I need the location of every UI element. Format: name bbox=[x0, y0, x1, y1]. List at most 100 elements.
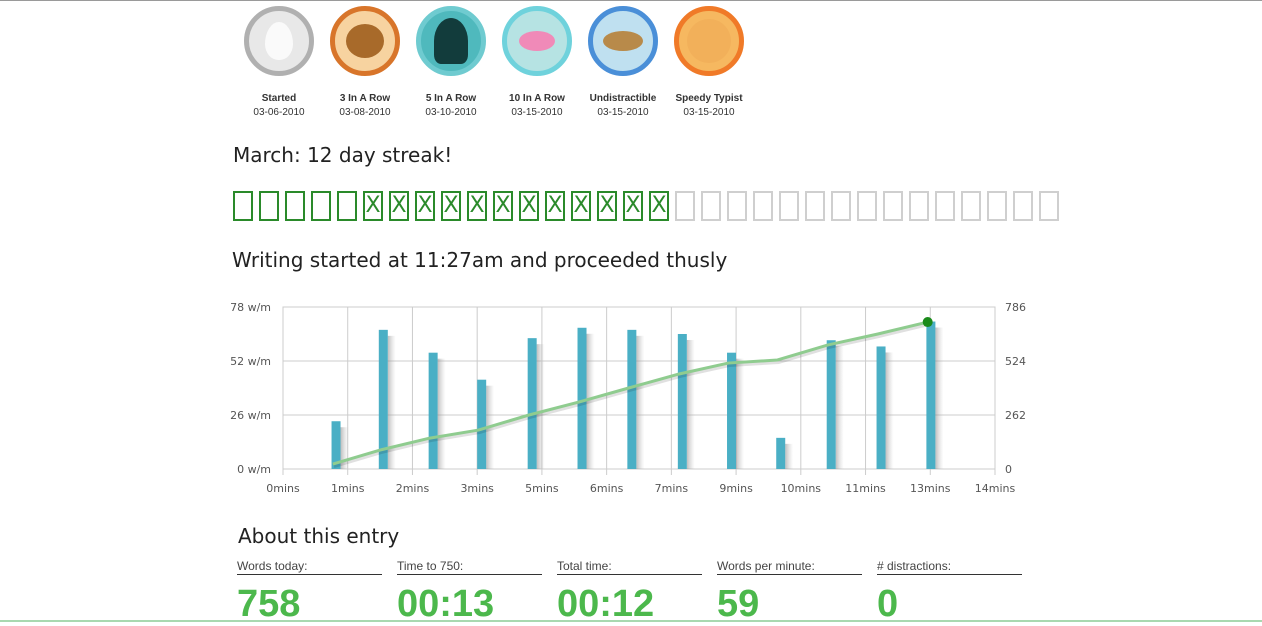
streak-day bbox=[675, 191, 695, 221]
x-tick-label: 10mins bbox=[781, 482, 822, 495]
streak-day bbox=[259, 191, 279, 221]
streak-day: X bbox=[441, 191, 461, 221]
top-divider bbox=[0, 0, 1262, 1]
badge[interactable]: 5 In A Row03-10-2010 bbox=[408, 6, 494, 120]
badge-date: 03-10-2010 bbox=[408, 106, 494, 120]
badge-name: Undistractible bbox=[580, 92, 666, 106]
y-right-tick-label: 524 bbox=[1005, 355, 1026, 368]
badge-date: 03-15-2010 bbox=[580, 106, 666, 120]
bar-shadow bbox=[886, 352, 894, 469]
streak-day: X bbox=[493, 191, 513, 221]
stat: # distractions:0 bbox=[877, 559, 1022, 626]
badge-name: Started bbox=[236, 92, 322, 106]
flamingo-icon bbox=[502, 6, 572, 76]
streak-calendar: XXXXXXXXXXXX bbox=[233, 191, 1065, 221]
bar-shadow bbox=[636, 336, 644, 469]
wpm-bar bbox=[627, 330, 636, 469]
x-tick-label: 13mins bbox=[910, 482, 951, 495]
streak-day: X bbox=[519, 191, 539, 221]
wpm-bar bbox=[477, 380, 486, 469]
badge-name: 3 In A Row bbox=[322, 92, 408, 106]
streak-day bbox=[831, 191, 851, 221]
stats-row: Words today:758Time to 750:00:13Total ti… bbox=[237, 559, 1037, 626]
badge-date: 03-06-2010 bbox=[236, 106, 322, 120]
x-tick-label: 2mins bbox=[396, 482, 430, 495]
x-tick-label: 7mins bbox=[655, 482, 689, 495]
streak-day bbox=[987, 191, 1007, 221]
bar-shadow bbox=[537, 344, 545, 469]
badge[interactable]: Started03-06-2010 bbox=[236, 6, 322, 120]
streak-day: X bbox=[363, 191, 383, 221]
x-tick-label: 5mins bbox=[525, 482, 559, 495]
streak-day bbox=[961, 191, 981, 221]
x-tick-label: 1mins bbox=[331, 482, 365, 495]
stat-label: Words today: bbox=[237, 559, 382, 575]
y-left-tick-label: 0 w/m bbox=[237, 463, 271, 476]
bar-shadow bbox=[687, 340, 695, 469]
egg-icon bbox=[244, 6, 314, 76]
streak-day: X bbox=[623, 191, 643, 221]
badge-date: 03-15-2010 bbox=[494, 106, 580, 120]
y-right-tick-label: 262 bbox=[1005, 409, 1026, 422]
badge-date: 03-08-2010 bbox=[322, 106, 408, 120]
bar-shadow bbox=[736, 359, 744, 469]
streak-day bbox=[285, 191, 305, 221]
streak-day bbox=[311, 191, 331, 221]
streak-day bbox=[1013, 191, 1033, 221]
streak-day: X bbox=[389, 191, 409, 221]
badge-name: Speedy Typist bbox=[666, 92, 752, 106]
wpm-bar bbox=[776, 438, 785, 469]
streak-day: X bbox=[545, 191, 565, 221]
writing-chart-title: Writing started at 11:27am and proceeded… bbox=[232, 248, 727, 272]
badge[interactable]: Undistractible03-15-2010 bbox=[580, 6, 666, 120]
streak-day: X bbox=[571, 191, 591, 221]
badge[interactable]: 3 In A Row03-08-2010 bbox=[322, 6, 408, 120]
y-right-tick-label: 0 bbox=[1005, 463, 1012, 476]
writing-chart: 0 w/m026 w/m26252 w/m52478 w/m7860mins1m… bbox=[225, 295, 1035, 500]
y-left-tick-label: 78 w/m bbox=[230, 301, 271, 314]
stat-label: Words per minute: bbox=[717, 559, 862, 575]
y-left-tick-label: 26 w/m bbox=[230, 409, 271, 422]
streak-day bbox=[233, 191, 253, 221]
bar-shadow bbox=[438, 359, 446, 469]
about-title: About this entry bbox=[238, 524, 399, 548]
badge-name: 10 In A Row bbox=[494, 92, 580, 106]
turkey-icon bbox=[330, 6, 400, 76]
streak-day bbox=[1039, 191, 1059, 221]
streak-day bbox=[701, 191, 721, 221]
badge[interactable]: Speedy Typist03-15-2010 bbox=[666, 6, 752, 120]
badge-name: 5 In A Row bbox=[408, 92, 494, 106]
x-tick-label: 14mins bbox=[975, 482, 1016, 495]
x-tick-label: 3mins bbox=[460, 482, 494, 495]
wpm-bar bbox=[678, 334, 687, 469]
stat: Time to 750:00:13 bbox=[397, 559, 542, 626]
streak-day bbox=[337, 191, 357, 221]
badge[interactable]: 10 In A Row03-15-2010 bbox=[494, 6, 580, 120]
wpm-bar bbox=[528, 338, 537, 469]
bar-shadow bbox=[785, 444, 793, 469]
streak-day bbox=[727, 191, 747, 221]
bar-shadow bbox=[935, 328, 943, 469]
streak-day: X bbox=[649, 191, 669, 221]
penguin-icon bbox=[416, 6, 486, 76]
cat-icon bbox=[588, 6, 658, 76]
badge-date: 03-15-2010 bbox=[666, 106, 752, 120]
wpm-bar bbox=[429, 353, 438, 469]
streak-day bbox=[935, 191, 955, 221]
cheetah-icon bbox=[674, 6, 744, 76]
wpm-bar bbox=[827, 340, 836, 469]
y-right-tick-label: 786 bbox=[1005, 301, 1026, 314]
streak-day: X bbox=[467, 191, 487, 221]
stat: Total time:00:12 bbox=[557, 559, 702, 626]
streak-day bbox=[909, 191, 929, 221]
stat-label: Time to 750: bbox=[397, 559, 542, 575]
stat-label: Total time: bbox=[557, 559, 702, 575]
streak-day bbox=[857, 191, 877, 221]
wpm-bar bbox=[926, 322, 935, 469]
x-tick-label: 9mins bbox=[719, 482, 753, 495]
bar-shadow bbox=[836, 346, 844, 469]
streak-day bbox=[805, 191, 825, 221]
stat-label: # distractions: bbox=[877, 559, 1022, 575]
stat: Words today:758 bbox=[237, 559, 382, 626]
streak-day bbox=[779, 191, 799, 221]
